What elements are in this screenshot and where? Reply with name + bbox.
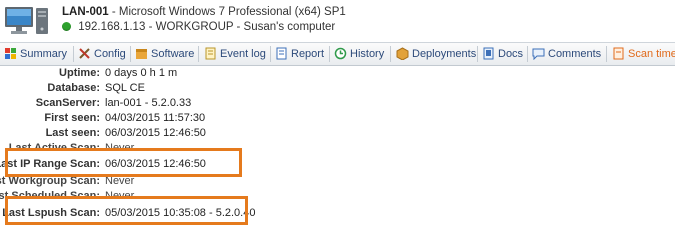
tab-separator [73,46,74,62]
detail-value: lan-001 - 5.2.0.33 [105,97,192,109]
tab-separator [606,46,607,62]
highlight-box-lspush-scan [5,196,248,225]
detail-value: 0 days 0 h 1 m [105,67,178,79]
tab-separator [198,46,199,62]
ip-address: 192.168.1.13 [78,21,146,33]
tab-separator [477,46,478,62]
summary-icon [5,48,16,59]
tab-config[interactable]: Config [78,43,126,65]
tab-history[interactable]: History [334,43,384,65]
detail-label: ScanServer: [35,97,100,109]
detail-label: Uptime: [59,67,100,79]
tab-separator [390,46,391,62]
tab-separator [527,46,528,62]
deployments-icon [396,47,409,60]
highlight-box-ip-range-scan [5,148,242,177]
tab-docs[interactable]: Docs [482,43,523,65]
tab-deployments[interactable]: Deployments [396,43,476,65]
computer-icon [5,7,48,34]
asset-header: LAN-001 - Microsoft Windows 7 Profession… [0,0,675,40]
asset-title: LAN-001 - Microsoft Windows 7 Profession… [62,6,346,18]
tab-summary[interactable]: Summary [4,43,67,65]
tab-separator [270,46,271,62]
tab-separator [130,46,131,62]
detail-value: 04/03/2015 11:57:30 [105,112,206,124]
tab-report[interactable]: Report [275,43,324,65]
docs-icon [483,47,494,60]
detail-label: Database: [47,82,100,94]
workgroup-description: WORKGROUP - Susan's computer [155,21,336,33]
tab-event-log[interactable]: Event log [204,43,266,65]
tab-software[interactable]: Software [135,43,194,65]
scan-time-icon [613,47,624,60]
asset-tab-bar: Summary Config Software Event log Report… [0,42,675,66]
comments-icon [532,48,545,60]
report-icon [276,47,287,60]
detail-row-scanserver: ScanServer: lan-001 - 5.2.0.33 [0,96,675,111]
online-status-icon [62,22,71,31]
history-icon [334,47,347,60]
asset-subtitle: 192.168.1.13 - WORKGROUP - Susan's compu… [62,21,335,33]
software-icon [136,49,147,59]
detail-label: First seen: [44,112,100,124]
event-log-icon [205,47,216,60]
detail-row-uptime: Uptime: 0 days 0 h 1 m [0,66,675,81]
tab-comments[interactable]: Comments [532,43,601,65]
detail-value: 06/03/2015 12:46:50 [105,127,206,139]
os-name: Microsoft Windows 7 Professional (x64) S… [118,6,346,18]
tab-scan-time[interactable]: Scan time [612,43,675,65]
detail-value: SQL CE [105,82,145,94]
hostname: LAN-001 [62,6,109,18]
detail-row-last-seen: Last seen: 06/03/2015 12:46:50 [0,126,675,141]
detail-row-first-seen: First seen: 04/03/2015 11:57:30 [0,111,675,126]
tab-separator [329,46,330,62]
detail-label: Last seen: [45,127,100,139]
detail-row-database: Database: SQL CE [0,81,675,96]
config-icon [79,48,90,59]
